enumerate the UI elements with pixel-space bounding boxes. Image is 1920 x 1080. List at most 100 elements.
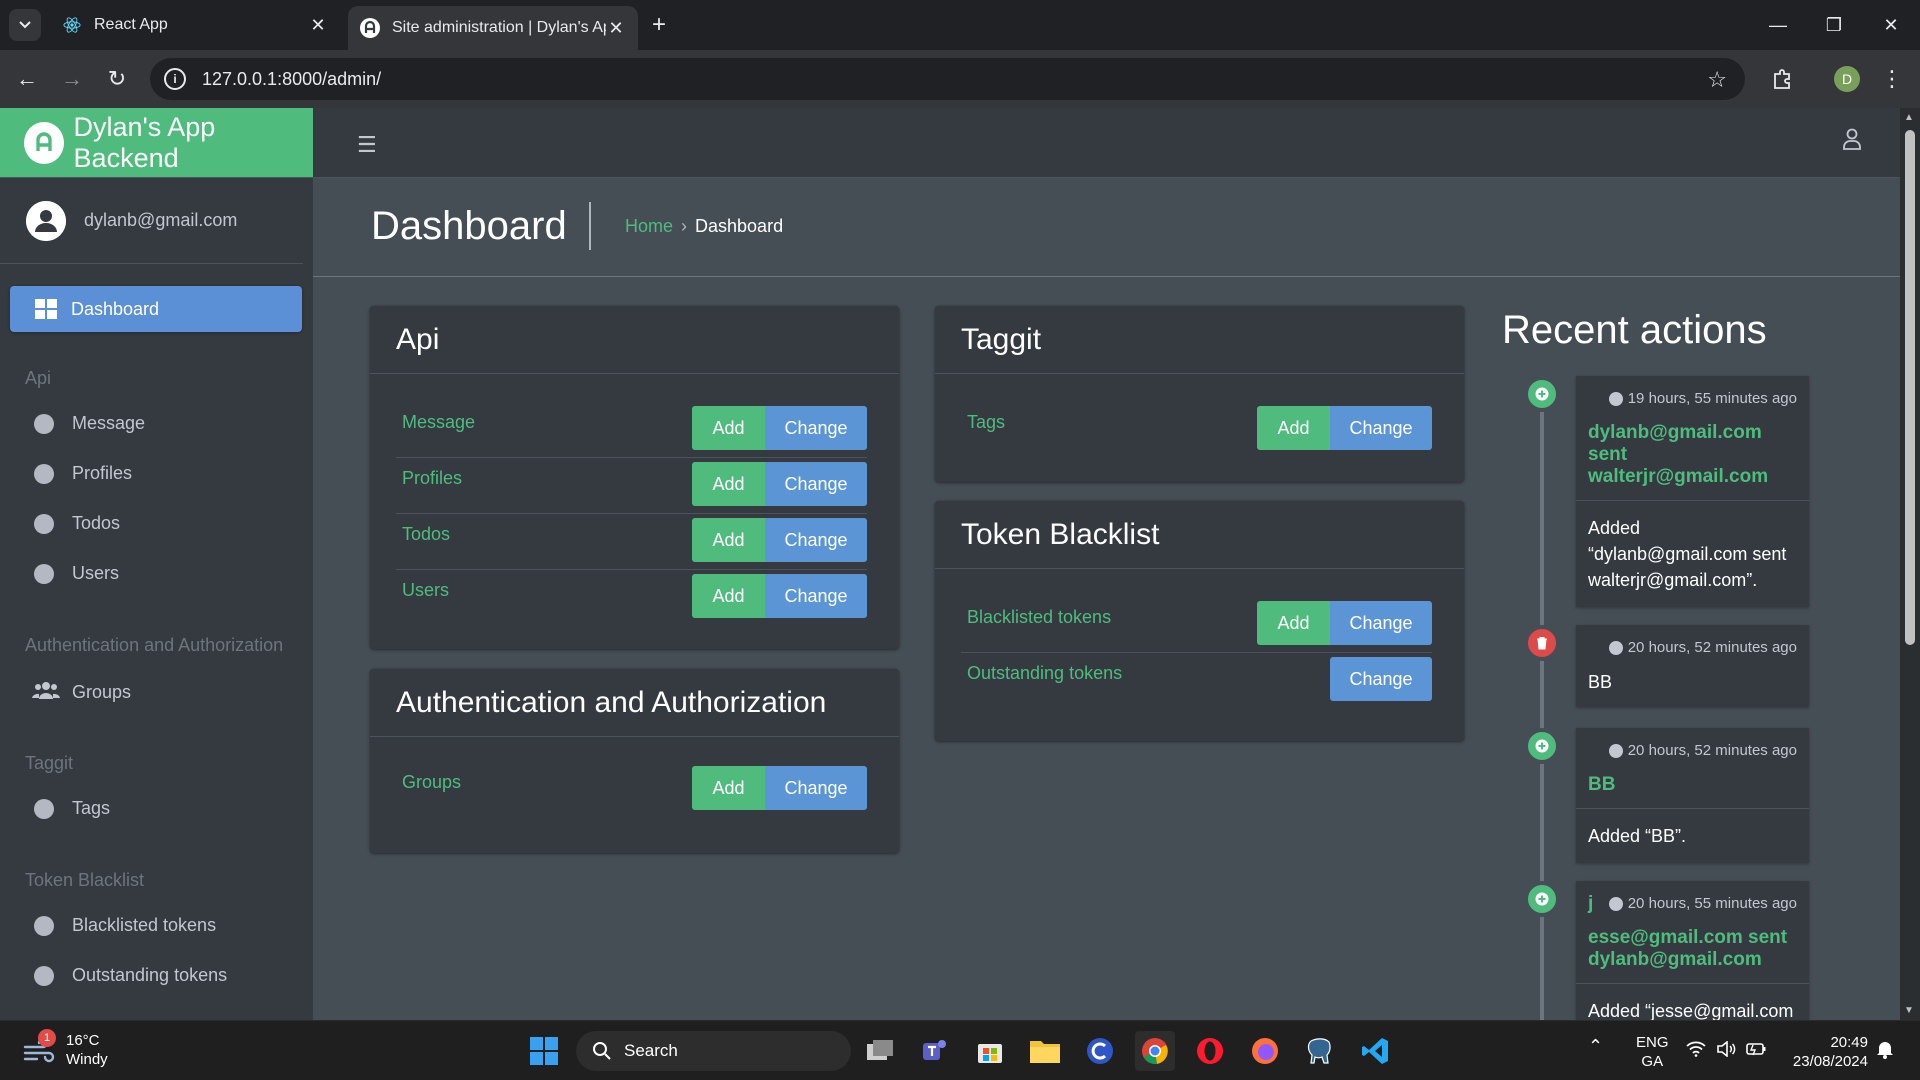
close-tab-icon[interactable]: ✕ <box>606 18 626 39</box>
app-card-taggit: Taggit Tags Add Change <box>935 306 1464 482</box>
add-button[interactable]: Add <box>692 574 765 618</box>
sidebar-header-taggit: Taggit <box>25 753 74 773</box>
model-link[interactable]: Groups <box>402 772 461 793</box>
sidebar-header-api: Api <box>25 368 52 388</box>
tab-site-admin[interactable]: Site administration | Dylan's App ✕ <box>348 6 638 50</box>
taskbar-search[interactable]: Search <box>576 1031 851 1071</box>
clock-icon <box>1608 743 1623 758</box>
brand-link[interactable]: Dylan's App Backend <box>0 108 313 178</box>
wifi-icon[interactable] <box>1686 1041 1706 1062</box>
add-button[interactable]: Add <box>1257 406 1330 450</box>
battery-icon[interactable] <box>1746 1041 1766 1062</box>
sidebar-item-tags[interactable]: Tags <box>34 798 110 819</box>
chrome-icon[interactable] <box>1135 1031 1175 1071</box>
file-explorer-icon[interactable] <box>1025 1031 1065 1071</box>
sidebar-item-groups[interactable]: Groups <box>32 680 131 705</box>
reload-button[interactable]: ↻ <box>100 62 134 96</box>
users-icon <box>32 680 60 705</box>
browser-menu-icon[interactable]: ⋮ <box>1875 62 1909 96</box>
model-row-message: Message Add Change <box>396 402 867 458</box>
change-button[interactable]: Change <box>765 518 867 562</box>
hamburger-menu-icon[interactable]: ☰ <box>357 132 377 158</box>
tab-react-app[interactable]: React App ✕ <box>50 6 340 44</box>
sidebar-item-blacklisted-tokens[interactable]: Blacklisted tokens <box>34 915 216 936</box>
store-icon[interactable] <box>970 1031 1010 1071</box>
volume-icon[interactable] <box>1716 1040 1736 1062</box>
tab-search-button[interactable] <box>9 9 41 41</box>
sidebar-item-profiles[interactable]: Profiles <box>34 463 132 484</box>
scroll-up-icon[interactable]: ▲ <box>1904 112 1914 123</box>
close-tab-icon[interactable]: ✕ <box>308 15 328 36</box>
sidebar-item-todos[interactable]: Todos <box>34 513 120 534</box>
top-navbar: ☰ <box>313 108 1900 178</box>
restore-button[interactable]: ❐ <box>1805 0 1863 50</box>
url-field[interactable]: i 127.0.0.1:8000/admin/ ☆ <box>150 58 1745 100</box>
windows-start-icon[interactable] <box>524 1031 564 1071</box>
model-link[interactable]: Profiles <box>402 468 462 489</box>
app-card-api: Api Message Add Change Profiles Add Change… <box>370 306 899 649</box>
add-button[interactable]: Add <box>692 462 765 506</box>
app-icon[interactable] <box>1080 1031 1120 1071</box>
breadcrumb-home-link[interactable]: Home <box>625 216 673 236</box>
postgresql-icon[interactable] <box>1300 1031 1340 1071</box>
scrollbar-thumb[interactable] <box>1905 130 1915 645</box>
close-window-button[interactable]: ✕ <box>1862 0 1920 50</box>
sidebar-item-message[interactable]: Message <box>34 413 145 434</box>
recent-action-item: 19 hours, 55 minutes ago dylanb@gmail.co… <box>1576 376 1809 607</box>
model-row-users: Users Add Change <box>396 570 867 626</box>
app-card-auth: Authentication and Authorization Groups … <box>370 669 899 853</box>
model-link[interactable]: Blacklisted tokens <box>967 607 1111 628</box>
change-button[interactable]: Change <box>765 766 867 810</box>
profile-avatar[interactable]: D <box>1830 62 1864 96</box>
notification-bell-icon[interactable] <box>1876 1039 1894 1064</box>
extensions-icon[interactable] <box>1765 62 1799 96</box>
language-indicator[interactable]: ENG GA <box>1636 1033 1669 1071</box>
forward-button[interactable]: → <box>55 62 89 96</box>
action-time: 20 hours, 52 minutes ago <box>1608 639 1797 656</box>
teams-icon[interactable] <box>915 1031 955 1071</box>
action-description: Added “dylanb@gmail.com sent walterjr@gm… <box>1588 518 1787 590</box>
opera-icon[interactable] <box>1190 1031 1230 1071</box>
site-info-icon[interactable]: i <box>164 68 186 90</box>
change-button[interactable]: Change <box>1330 657 1432 701</box>
user-menu-icon[interactable] <box>1842 128 1862 155</box>
change-button[interactable]: Change <box>765 462 867 506</box>
task-view-icon[interactable] <box>860 1031 900 1071</box>
brand-name: Dylan's App Backend <box>73 111 216 173</box>
new-tab-button[interactable]: + <box>652 11 666 39</box>
model-link[interactable]: Users <box>402 580 449 601</box>
sidebar-item-dashboard[interactable]: Dashboard <box>10 286 302 332</box>
back-button[interactable]: ← <box>10 62 44 96</box>
show-hidden-icons-icon[interactable]: ⌃ <box>1588 1037 1603 1056</box>
change-button[interactable]: Change <box>1330 601 1432 645</box>
minimize-button[interactable]: — <box>1749 0 1807 50</box>
add-button[interactable]: Add <box>692 766 765 810</box>
sidebar-item-users[interactable]: Users <box>34 563 119 584</box>
user-panel[interactable]: dylanb@gmail.com <box>0 178 303 264</box>
model-link[interactable]: Tags <box>967 412 1005 433</box>
page-scrollbar[interactable]: ▲ ▼ <box>1900 108 1920 1020</box>
notification-badge: 1 <box>38 1029 56 1047</box>
change-button[interactable]: Change <box>1330 406 1432 450</box>
action-object-link[interactable]: BB <box>1576 728 1809 809</box>
change-button[interactable]: Change <box>765 406 867 450</box>
change-button[interactable]: Change <box>765 574 867 618</box>
bookmark-star-icon[interactable]: ☆ <box>1707 67 1727 93</box>
scroll-down-icon[interactable]: ▼ <box>1904 1005 1914 1016</box>
clock-icon <box>1608 896 1623 911</box>
add-action-icon <box>1524 881 1560 917</box>
add-button[interactable]: Add <box>692 518 765 562</box>
action-object-link-prefix[interactable]: j <box>1588 893 1593 915</box>
action-time-text: 20 hours, 52 minutes ago <box>1627 639 1797 656</box>
model-link[interactable]: Message <box>402 412 475 433</box>
firefox-icon[interactable] <box>1245 1031 1285 1071</box>
system-clock[interactable]: 20:49 23/08/2024 <box>1784 1033 1868 1071</box>
model-link[interactable]: Outstanding tokens <box>967 663 1122 684</box>
weather-widget[interactable]: 1 16°C Windy <box>22 1029 108 1069</box>
content-header: Dashboard Home › Dashboard <box>313 178 1900 277</box>
model-link[interactable]: Todos <box>402 524 450 545</box>
vscode-icon[interactable] <box>1355 1031 1395 1071</box>
sidebar-item-outstanding-tokens[interactable]: Outstanding tokens <box>34 965 227 986</box>
add-button[interactable]: Add <box>692 406 765 450</box>
add-button[interactable]: Add <box>1257 601 1330 645</box>
